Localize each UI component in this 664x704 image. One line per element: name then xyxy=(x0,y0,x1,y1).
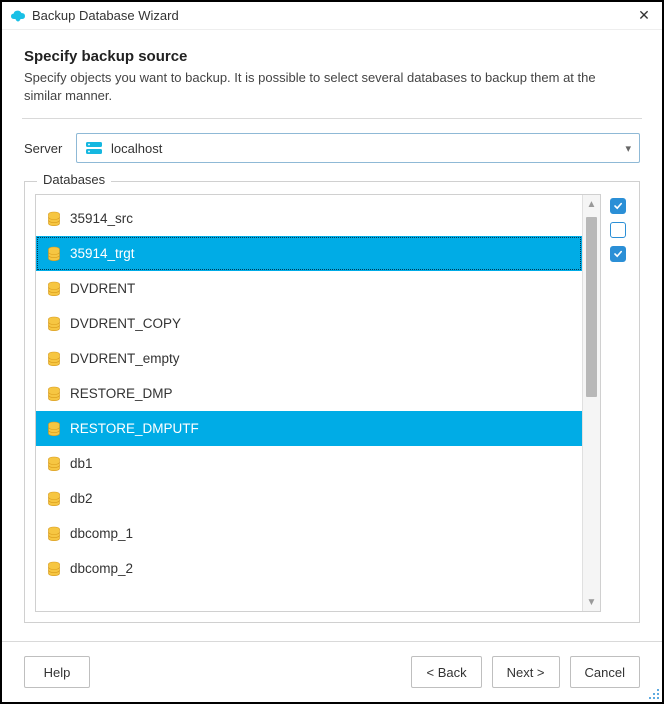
database-name: DVDRENT_empty xyxy=(70,351,180,366)
selection-checkbox[interactable] xyxy=(610,222,626,238)
server-row: Server localhost ▾ xyxy=(24,133,640,163)
window-title: Backup Database Wizard xyxy=(32,8,632,23)
server-value: localhost xyxy=(111,141,625,156)
page-description: Specify objects you want to backup. It i… xyxy=(24,69,624,104)
footer: Help < Back Next > Cancel xyxy=(2,641,662,702)
database-name: db2 xyxy=(70,491,93,506)
selection-checkbox[interactable] xyxy=(610,246,626,262)
database-name: dbcomp_2 xyxy=(70,561,133,576)
database-row[interactable]: dbcomp_2 xyxy=(36,551,582,586)
database-row[interactable]: db2 xyxy=(36,481,582,516)
cancel-button[interactable]: Cancel xyxy=(570,656,640,688)
selection-checkbox[interactable] xyxy=(610,198,626,214)
next-button[interactable]: Next > xyxy=(492,656,560,688)
database-icon xyxy=(46,246,62,262)
server-select[interactable]: localhost ▾ xyxy=(76,133,640,163)
database-icon xyxy=(46,386,62,402)
database-list[interactable]: 35914_src 35914_trgt DVDRENT DVDRENT_COPY DV… xyxy=(36,195,582,611)
database-name: DVDRENT xyxy=(70,281,135,296)
database-name: 35914_src xyxy=(70,211,133,226)
databases-fieldset: Databases 35914_src35914_trgtDVDRENTDVDR… xyxy=(24,181,640,623)
back-button[interactable]: < Back xyxy=(411,656,481,688)
database-row[interactable]: dbcomp_1 xyxy=(36,516,582,551)
scroll-thumb[interactable] xyxy=(586,217,597,397)
scroll-up-icon[interactable]: ▲ xyxy=(583,195,600,213)
close-icon[interactable]: ✕ xyxy=(632,5,656,27)
database-list-container: 35914_src 35914_trgt DVDRENT DVDRENT_COPY DV… xyxy=(35,194,601,612)
database-name: RESTORE_DMPUTF xyxy=(70,421,199,436)
scrollbar[interactable]: ▲ ▼ xyxy=(582,195,600,611)
cloud-backup-icon xyxy=(10,8,26,24)
database-row[interactable]: RESTORE_DMP xyxy=(36,376,582,411)
database-row[interactable]: DVDRENT_empty xyxy=(36,341,582,376)
server-label: Server xyxy=(24,141,76,156)
selection-toggle-column xyxy=(607,194,629,612)
database-icon xyxy=(46,491,62,507)
database-name: db1 xyxy=(70,456,93,471)
database-row[interactable]: 35914_trgt xyxy=(36,236,582,271)
database-icon xyxy=(46,561,62,577)
resize-grip-icon[interactable] xyxy=(648,688,660,700)
page-heading: Specify backup source xyxy=(24,48,640,65)
database-icon xyxy=(46,316,62,332)
divider xyxy=(22,118,642,119)
database-icon xyxy=(46,421,62,437)
help-button[interactable]: Help xyxy=(24,656,90,688)
databases-legend: Databases xyxy=(37,172,111,187)
title-bar: Backup Database Wizard ✕ xyxy=(2,2,662,30)
scroll-down-icon[interactable]: ▼ xyxy=(583,593,600,611)
chevron-down-icon: ▾ xyxy=(625,142,631,155)
database-icon xyxy=(46,456,62,472)
database-name: RESTORE_DMP xyxy=(70,386,173,401)
database-row[interactable]: DVDRENT_COPY xyxy=(36,306,582,341)
database-icon xyxy=(46,281,62,297)
database-icon xyxy=(46,351,62,367)
database-icon xyxy=(46,211,62,227)
database-row[interactable]: db1 xyxy=(36,446,582,481)
content-area: Specify backup source Specify objects yo… xyxy=(2,30,662,641)
server-icon xyxy=(85,140,103,156)
database-name: 35914_trgt xyxy=(70,246,135,261)
database-row[interactable]: 35914_src xyxy=(36,201,582,236)
database-name: DVDRENT_COPY xyxy=(70,316,181,331)
wizard-window: Backup Database Wizard ✕ Specify backup … xyxy=(0,0,664,704)
database-row[interactable]: RESTORE_DMPUTF xyxy=(36,411,582,446)
database-icon xyxy=(46,526,62,542)
database-row[interactable]: DVDRENT xyxy=(36,271,582,306)
database-name: dbcomp_1 xyxy=(70,526,133,541)
